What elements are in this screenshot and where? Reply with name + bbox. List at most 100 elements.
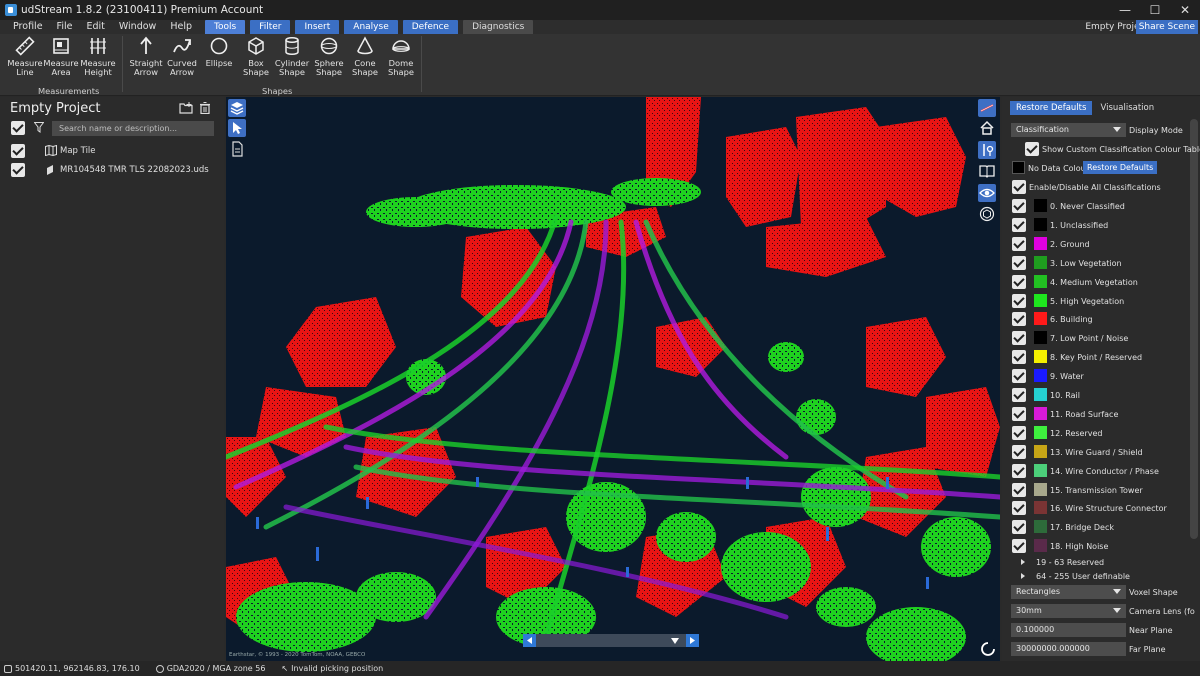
classification-checkbox[interactable] xyxy=(1012,312,1026,327)
cylinder-shape-button[interactable]: Cylinder Shape xyxy=(274,36,310,77)
share-scene-button[interactable]: Share Scene xyxy=(1135,20,1198,34)
menu-edit[interactable]: Edit xyxy=(79,20,111,34)
menu-window[interactable]: Window xyxy=(112,20,163,34)
filter-icon[interactable] xyxy=(34,122,44,133)
classification-colour-swatch[interactable] xyxy=(1034,444,1047,458)
classification-colour-swatch[interactable] xyxy=(1034,255,1047,269)
pointcloud-label[interactable]: MR104548 TMR TLS 22082023.uds xyxy=(60,165,209,175)
tab-visualisation[interactable]: Visualisation xyxy=(1094,101,1160,115)
compass-tool[interactable] xyxy=(978,99,996,117)
tab-diagnostics[interactable]: Diagnostics xyxy=(463,20,534,34)
trash-icon[interactable] xyxy=(199,102,211,114)
classification-colour-swatch[interactable] xyxy=(1034,236,1047,250)
playback-bar[interactable] xyxy=(523,634,699,647)
reserved-group-label[interactable]: 19 - 63 Reserved xyxy=(1036,558,1104,567)
classification-colour-swatch[interactable] xyxy=(1034,350,1047,364)
classification-checkbox[interactable] xyxy=(1012,539,1026,554)
new-folder-icon[interactable] xyxy=(179,102,193,114)
classification-checkbox[interactable] xyxy=(1012,425,1026,440)
classification-colour-swatch[interactable] xyxy=(1034,217,1047,231)
voxel-shape-select[interactable]: Rectangles xyxy=(1011,585,1126,599)
classification-checkbox[interactable] xyxy=(1012,444,1026,459)
tab-tools[interactable]: Tools xyxy=(205,20,246,34)
box-shape-button[interactable]: Box Shape xyxy=(238,36,274,77)
classification-checkbox[interactable] xyxy=(1012,274,1026,289)
classification-colour-swatch[interactable] xyxy=(1034,520,1047,534)
select-tool[interactable] xyxy=(228,119,246,137)
classification-colour-swatch[interactable] xyxy=(1034,406,1047,420)
classification-checkbox[interactable] xyxy=(1012,217,1026,232)
book-tool[interactable] xyxy=(978,162,996,180)
document-tool[interactable] xyxy=(228,140,246,158)
classification-checkbox[interactable] xyxy=(1012,199,1026,213)
expand-user-defined-icon[interactable] xyxy=(1021,573,1025,579)
classification-colour-swatch[interactable] xyxy=(1034,539,1047,553)
no-data-colour-swatch[interactable] xyxy=(1012,161,1025,174)
tab-filter[interactable]: Filter xyxy=(250,20,291,34)
classification-colour-swatch[interactable] xyxy=(1034,274,1047,288)
classification-checkbox[interactable] xyxy=(1012,463,1026,478)
classification-checkbox[interactable] xyxy=(1012,482,1026,497)
classification-checkbox[interactable] xyxy=(1012,501,1026,516)
cone-shape-button[interactable]: Cone Shape xyxy=(347,36,383,77)
close-button[interactable]: ✕ xyxy=(1170,0,1200,20)
step-back-button[interactable] xyxy=(523,634,536,647)
measure-area-button[interactable]: Measure Area xyxy=(43,36,79,77)
menu-profile[interactable]: Profile xyxy=(0,20,50,34)
chevron-down-icon[interactable] xyxy=(671,637,679,645)
panel-scrollbar[interactable] xyxy=(1190,119,1198,539)
classification-checkbox[interactable] xyxy=(1012,388,1026,402)
maximize-button[interactable]: ☐ xyxy=(1140,0,1170,20)
3d-viewport[interactable]: Earthstar, © 1993 - 2020 TomTom, NOAA, G… xyxy=(226,97,1000,661)
tab-insert[interactable]: Insert xyxy=(295,20,340,34)
classification-checkbox[interactable] xyxy=(1012,331,1026,346)
map-mode-tool[interactable] xyxy=(978,141,996,159)
map-tile-checkbox[interactable] xyxy=(11,144,25,158)
classification-checkbox[interactable] xyxy=(1012,369,1026,384)
layers-tool[interactable] xyxy=(228,99,246,117)
straight-arrow-button[interactable]: Straight Arrow xyxy=(128,36,164,77)
classification-colour-swatch[interactable] xyxy=(1034,199,1047,212)
classification-colour-swatch[interactable] xyxy=(1034,369,1047,383)
custom-colour-table-checkbox[interactable] xyxy=(1025,142,1039,156)
classification-colour-swatch[interactable] xyxy=(1034,293,1047,307)
classification-colour-swatch[interactable] xyxy=(1034,463,1047,477)
sphere-shape-button[interactable]: Sphere Shape xyxy=(311,36,347,77)
map-tile-label[interactable]: Map Tile xyxy=(60,146,96,156)
select-all-checkbox[interactable] xyxy=(11,121,25,135)
tab-defence[interactable]: Defence xyxy=(402,20,459,34)
measure-line-button[interactable]: Measure Line xyxy=(7,36,43,77)
classification-colour-swatch[interactable] xyxy=(1034,388,1047,401)
ellipse-button[interactable]: Ellipse xyxy=(201,36,237,68)
camera-lens-select[interactable]: 30mm xyxy=(1011,604,1126,618)
menu-file[interactable]: File xyxy=(50,20,80,34)
far-plane-input[interactable]: 30000000.000000 xyxy=(1011,642,1126,656)
classification-colour-swatch[interactable] xyxy=(1034,482,1047,496)
classification-checkbox[interactable] xyxy=(1012,293,1026,308)
visibility-tool[interactable] xyxy=(978,184,996,202)
cube-tool[interactable] xyxy=(978,205,996,223)
expand-reserved-icon[interactable] xyxy=(1021,559,1025,565)
crs-status[interactable]: GDA2020 / MGA zone 56 xyxy=(155,664,265,673)
classification-colour-swatch[interactable] xyxy=(1034,331,1047,345)
user-defined-group-label[interactable]: 64 - 255 User definable xyxy=(1036,572,1130,581)
search-input[interactable] xyxy=(52,121,214,136)
classification-colour-swatch[interactable] xyxy=(1034,425,1047,439)
refresh-tool[interactable] xyxy=(980,641,998,659)
tab-analyse[interactable]: Analyse xyxy=(344,20,398,34)
measure-height-button[interactable]: Measure Height xyxy=(80,36,116,77)
minimize-button[interactable]: — xyxy=(1110,0,1140,20)
classification-checkbox[interactable] xyxy=(1012,255,1026,270)
curved-arrow-button[interactable]: Curved Arrow xyxy=(164,36,200,77)
near-plane-input[interactable]: 0.100000 xyxy=(1011,623,1126,637)
classification-checkbox[interactable] xyxy=(1012,350,1026,365)
home-tool[interactable] xyxy=(978,119,996,137)
enable-all-classifications-checkbox[interactable] xyxy=(1012,180,1026,194)
pointcloud-checkbox[interactable] xyxy=(11,163,25,177)
step-forward-button[interactable] xyxy=(686,634,699,647)
classification-checkbox[interactable] xyxy=(1012,520,1026,535)
menu-help[interactable]: Help xyxy=(163,20,199,34)
classification-checkbox[interactable] xyxy=(1012,406,1026,421)
tab-restore-defaults[interactable]: Restore Defaults xyxy=(1010,101,1093,115)
display-mode-select[interactable]: Classification xyxy=(1011,123,1126,137)
